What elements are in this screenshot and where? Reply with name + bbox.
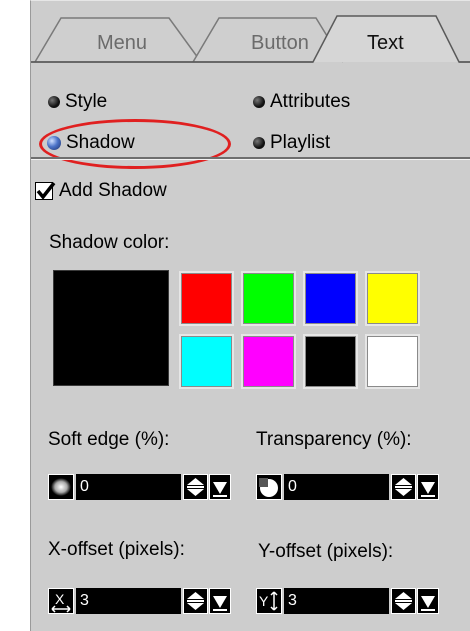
- option-playlist[interactable]: Playlist: [253, 132, 330, 154]
- add-shadow-label: Add Shadow: [59, 180, 167, 201]
- x-offset-input[interactable]: 3: [76, 588, 181, 614]
- dropdown-arrow-icon: [421, 596, 435, 611]
- option-playlist-label: Playlist: [270, 132, 331, 153]
- y-offset-control: Y 3: [256, 588, 446, 614]
- color-swatch[interactable]: [179, 334, 234, 389]
- option-style[interactable]: Style: [48, 91, 107, 113]
- checkmark-icon: [35, 181, 56, 200]
- tab-menu-label: Menu: [97, 32, 148, 54]
- transparency-control: 0: [256, 474, 446, 500]
- y-offset-label: Y-offset (pixels):: [258, 541, 394, 562]
- x-offset-icon: X: [48, 588, 74, 614]
- dropdown-arrow-icon: [421, 482, 435, 497]
- soft-edge-label: Soft edge (%):: [48, 429, 170, 450]
- soft-edge-icon: [48, 474, 74, 500]
- option-style-label: Style: [65, 91, 108, 112]
- x-offset-control: X 3: [48, 588, 238, 614]
- soft-edge-spin-button[interactable]: [183, 474, 208, 500]
- current-shadow-color[interactable]: [53, 270, 169, 386]
- shadow-settings-panel: Menu Button Text Style Attributes Shadow…: [30, 0, 470, 631]
- color-swatch[interactable]: [179, 271, 234, 326]
- separator: [31, 157, 470, 160]
- dropdown-arrow-icon: [213, 482, 227, 497]
- soft-edge-input[interactable]: 0: [76, 474, 181, 500]
- y-offset-input[interactable]: 3: [284, 588, 389, 614]
- spin-updown-icon: [395, 478, 412, 496]
- dropdown-arrow-icon: [213, 596, 227, 611]
- x-offset-spin-button[interactable]: [183, 588, 208, 614]
- svg-text:Y: Y: [259, 593, 269, 609]
- transparency-icon: [256, 474, 282, 500]
- color-swatch[interactable]: [241, 271, 296, 326]
- color-swatch[interactable]: [303, 334, 358, 389]
- spin-updown-icon: [395, 592, 412, 610]
- color-swatch[interactable]: [303, 271, 358, 326]
- radio-dot-icon: [48, 96, 60, 108]
- add-shadow-checkbox[interactable]: Add Shadow: [35, 180, 167, 202]
- transparency-label: Transparency (%):: [256, 429, 412, 450]
- radio-dot-icon: [253, 137, 265, 149]
- spin-updown-icon: [187, 592, 204, 610]
- color-swatch[interactable]: [365, 271, 420, 326]
- shadow-highlight-ellipse: [39, 119, 231, 169]
- y-offset-icon: Y: [256, 588, 282, 614]
- option-attributes[interactable]: Attributes: [253, 91, 350, 113]
- y-offset-dropdown[interactable]: [417, 588, 439, 614]
- option-attributes-label: Attributes: [270, 91, 351, 112]
- tab-strip: Menu Button Text: [31, 1, 470, 63]
- y-offset-spin-button[interactable]: [391, 588, 416, 614]
- shadow-color-label: Shadow color:: [49, 232, 170, 253]
- soft-edge-dropdown[interactable]: [209, 474, 231, 500]
- transparency-dropdown[interactable]: [417, 474, 439, 500]
- x-offset-dropdown[interactable]: [209, 588, 231, 614]
- tab-button-label: Button: [251, 32, 309, 54]
- svg-text:X: X: [55, 591, 65, 607]
- transparency-input[interactable]: 0: [284, 474, 389, 500]
- transparency-spin-button[interactable]: [391, 474, 416, 500]
- tab-text-label: Text: [367, 32, 404, 54]
- color-swatch[interactable]: [365, 334, 420, 389]
- x-offset-label: X-offset (pixels):: [48, 539, 185, 560]
- radio-dot-icon: [253, 96, 265, 108]
- spin-updown-icon: [187, 478, 204, 496]
- color-swatch[interactable]: [241, 334, 296, 389]
- soft-edge-control: 0: [48, 474, 238, 500]
